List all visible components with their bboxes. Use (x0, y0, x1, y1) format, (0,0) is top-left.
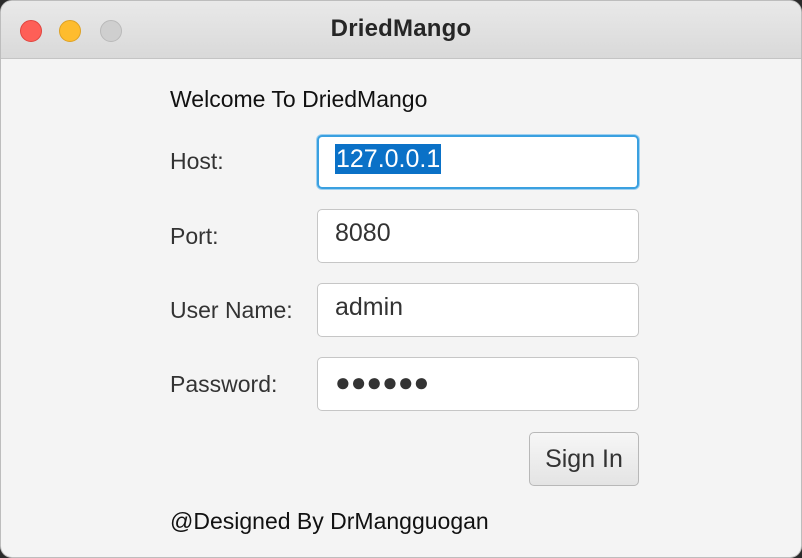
login-window: DriedMango Welcome To DriedMango Host: 1… (0, 0, 802, 558)
host-label: Host: (170, 148, 224, 174)
username-input[interactable]: admin (317, 283, 639, 337)
password-input-value: ●●●●●● (335, 367, 430, 397)
password-input[interactable]: ●●●●●● (317, 357, 639, 411)
password-label: Password: (170, 371, 278, 397)
username-label: User Name: (170, 297, 293, 323)
welcome-heading: Welcome To DriedMango (170, 86, 428, 112)
port-label: Port: (170, 223, 219, 249)
window-title: DriedMango (330, 15, 472, 42)
designer-credit: @Designed By DrMangguogan (170, 508, 489, 534)
title-bar[interactable]: DriedMango (1, 1, 801, 59)
port-input[interactable]: 8080 (317, 209, 639, 263)
host-input[interactable]: 127.0.0.1 (317, 135, 639, 189)
host-input-value: 127.0.0.1 (335, 144, 442, 174)
sign-in-button[interactable]: Sign In (529, 432, 639, 486)
port-input-value: 8080 (335, 219, 391, 247)
username-input-value: admin (335, 293, 404, 321)
